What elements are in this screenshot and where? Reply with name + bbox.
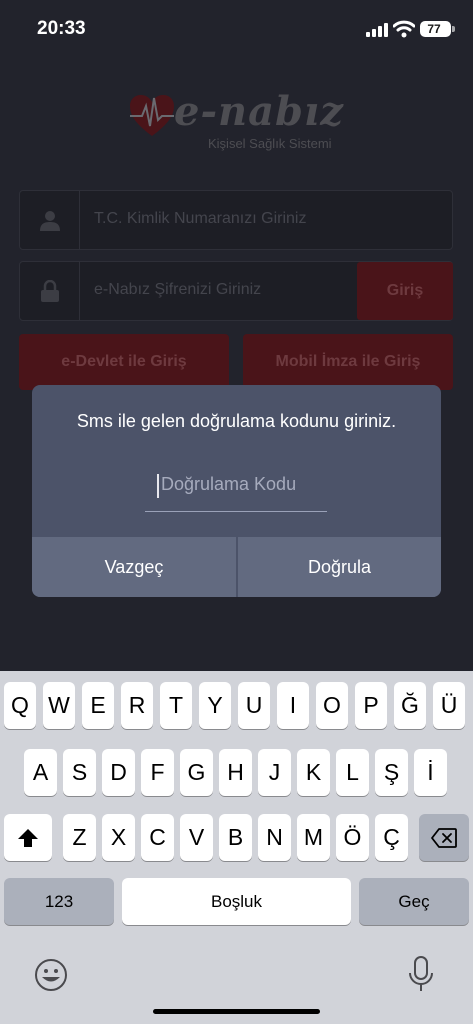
backspace-key[interactable] — [419, 814, 469, 861]
key-u[interactable]: U — [238, 682, 270, 729]
verification-code-input[interactable]: Doğrulama Kodu — [145, 468, 327, 512]
key-k[interactable]: K — [297, 749, 330, 796]
key-y[interactable]: Y — [199, 682, 231, 729]
verification-code-placeholder: Doğrulama Kodu — [161, 474, 297, 494]
key-p[interactable]: P — [355, 682, 387, 729]
tc-kimlik-field[interactable]: T.C. Kimlik Numaranızı Giriniz — [19, 190, 453, 250]
key-j[interactable]: J — [258, 749, 291, 796]
microphone-icon[interactable] — [408, 955, 434, 993]
shift-key[interactable] — [4, 814, 52, 861]
shift-icon — [18, 828, 38, 847]
password-placeholder: e-Nabız Şifrenizi Giriniz — [94, 281, 262, 298]
battery-icon: 77 — [420, 21, 451, 37]
key-x[interactable]: X — [102, 814, 135, 861]
key-h[interactable]: H — [219, 749, 252, 796]
emoji-icon[interactable] — [34, 958, 68, 992]
key-i[interactable]: I — [277, 682, 309, 729]
key-i-dotted[interactable]: İ — [414, 749, 447, 796]
key-c-cedilla[interactable]: Ç — [375, 814, 408, 861]
key-o-umlaut[interactable]: Ö — [336, 814, 369, 861]
space-key[interactable]: Boşluk — [122, 878, 351, 925]
status-time: 20:33 — [37, 18, 86, 39]
return-key[interactable]: Geç — [359, 878, 469, 925]
mobil-imza-login-button[interactable]: Mobil İmza ile Giriş — [243, 334, 453, 390]
verification-dialog: Sms ile gelen doğrulama kodunu giriniz. … — [32, 385, 441, 597]
e-nabiz-logo: e-nabız Kişisel Sağlık Sistemi — [128, 88, 358, 158]
text-caret — [157, 474, 159, 498]
key-v[interactable]: V — [180, 814, 213, 861]
keyboard: Q W E R T Y U I O P Ğ Ü A S D F G H J K … — [0, 671, 473, 1024]
key-w[interactable]: W — [43, 682, 75, 729]
key-s[interactable]: S — [63, 749, 96, 796]
logo-text: e-nabız — [174, 88, 344, 135]
battery-cap — [452, 26, 455, 32]
tc-kimlik-placeholder: T.C. Kimlik Numaranızı Giriniz — [94, 210, 307, 227]
key-m[interactable]: M — [297, 814, 330, 861]
key-o[interactable]: O — [316, 682, 348, 729]
wifi-icon — [393, 20, 415, 38]
key-a[interactable]: A — [24, 749, 57, 796]
user-icon — [20, 191, 80, 249]
key-l[interactable]: L — [336, 749, 369, 796]
key-b[interactable]: B — [219, 814, 252, 861]
lock-icon — [20, 262, 80, 320]
key-g-breve[interactable]: Ğ — [394, 682, 426, 729]
dialog-message: Sms ile gelen doğrulama kodunu giriniz. — [76, 411, 397, 431]
key-z[interactable]: Z — [63, 814, 96, 861]
cancel-button[interactable]: Vazgeç — [32, 537, 236, 597]
key-r[interactable]: R — [121, 682, 153, 729]
key-n[interactable]: N — [258, 814, 291, 861]
verify-button[interactable]: Doğrula — [238, 537, 441, 597]
key-u-umlaut[interactable]: Ü — [433, 682, 465, 729]
numbers-key[interactable]: 123 — [4, 878, 114, 925]
edevlet-login-button[interactable]: e-Devlet ile Giriş — [19, 334, 229, 390]
heart-pulse-icon — [130, 95, 174, 136]
password-field[interactable]: e-Nabız Şifrenizi Giriniz Giriş — [19, 261, 453, 321]
home-indicator[interactable] — [153, 1009, 320, 1014]
key-e[interactable]: E — [82, 682, 114, 729]
key-c[interactable]: C — [141, 814, 174, 861]
status-bar: 20:33 77 — [0, 0, 473, 60]
backspace-icon — [431, 827, 457, 848]
key-g[interactable]: G — [180, 749, 213, 796]
key-t[interactable]: T — [160, 682, 192, 729]
cellular-signal-icon — [366, 23, 388, 37]
logo-subtitle: Kişisel Sağlık Sistemi — [208, 136, 332, 151]
battery-level: 77 — [427, 22, 441, 36]
key-s-cedilla[interactable]: Ş — [375, 749, 408, 796]
giris-button[interactable]: Giriş — [357, 262, 453, 320]
key-d[interactable]: D — [102, 749, 135, 796]
key-f[interactable]: F — [141, 749, 174, 796]
key-q[interactable]: Q — [4, 682, 36, 729]
